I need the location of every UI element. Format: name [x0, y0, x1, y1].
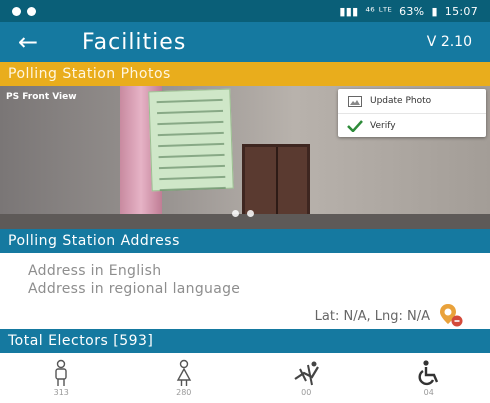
verify-button[interactable]: Verify [338, 113, 486, 137]
update-photo-label: Update Photo [370, 96, 432, 106]
third-gender-icon [294, 361, 320, 386]
notification-icons [12, 6, 36, 16]
address-panel: Address in English Address in regional l… [0, 253, 490, 329]
elector-count-female: 280 [176, 388, 192, 397]
location-pin-icon[interactable] [438, 302, 464, 328]
elector-third-gender: 00 [245, 353, 368, 403]
male-icon [55, 359, 67, 386]
battery-level: 63% [399, 4, 425, 18]
app-version: V 2.10 [426, 34, 472, 50]
photo-icon [346, 95, 364, 107]
elector-female: 280 [123, 353, 246, 403]
elector-disabled: 04 [368, 353, 490, 403]
section-header-address: Polling Station Address [0, 229, 490, 253]
status-bar: ▮▮▮ ⁴⁶ ᴸᵀᴱ 63% ▮ 15:07 [0, 0, 490, 22]
electors-row: 313 280 00 04 [0, 353, 490, 403]
back-arrow-icon[interactable]: ← [0, 22, 56, 62]
lat-lng-text: Lat: N/A, Lng: N/A [314, 309, 430, 324]
clock: 15:07 [444, 4, 478, 18]
pager-dot[interactable] [247, 210, 254, 217]
app-bar: ← Facilities V 2.10 [0, 22, 490, 62]
wheelchair-icon [418, 360, 438, 386]
address-english: Address in English [28, 263, 162, 279]
female-icon [176, 359, 191, 386]
notification-dot-icon [27, 6, 36, 16]
photo-label: PS Front View [6, 92, 77, 102]
elector-count-male: 313 [53, 388, 69, 397]
elector-count-third-gender: 00 [301, 388, 312, 397]
update-photo-button[interactable]: Update Photo [338, 89, 486, 113]
elector-count-disabled: 04 [423, 388, 434, 397]
verify-label: Verify [370, 120, 396, 131]
battery-icon: ▮ [431, 4, 438, 18]
checkmark-icon [346, 119, 364, 132]
section-header-electors: Total Electors [593] [0, 329, 490, 353]
photo-notice-board [148, 88, 234, 192]
address-regional: Address in regional language [28, 281, 241, 297]
photo-options-menu: Update Photo Verify [338, 89, 486, 137]
photo-pager[interactable] [232, 210, 254, 217]
signal-icon: ▮▮▮ [339, 4, 359, 18]
page-title: Facilities [82, 29, 187, 55]
network-type: ⁴⁶ ᴸᵀᴱ [365, 4, 393, 18]
pager-dot[interactable] [232, 210, 239, 217]
status-indicators: ▮▮▮ ⁴⁶ ᴸᵀᴱ 63% ▮ 15:07 [339, 5, 478, 18]
section-header-photos: Polling Station Photos [0, 62, 490, 86]
notification-dot-icon [12, 6, 21, 16]
elector-male: 313 [0, 353, 123, 403]
